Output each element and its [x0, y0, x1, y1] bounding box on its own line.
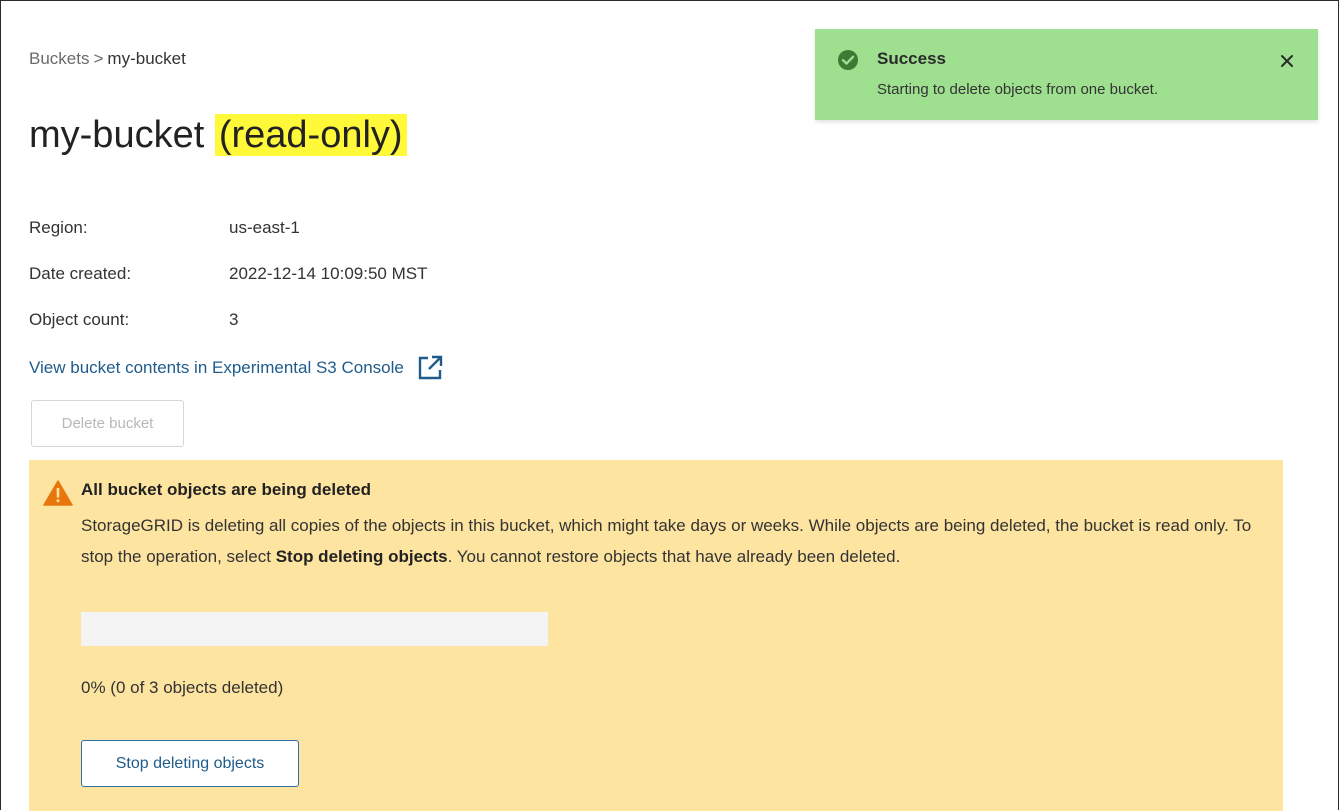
- detail-label: Object count:: [29, 310, 130, 329]
- warning-message-bold: Stop deleting objects: [275, 547, 448, 566]
- stop-deleting-objects-button[interactable]: Stop deleting objects: [81, 740, 299, 787]
- s3-console-link[interactable]: View bucket contents in Experimental S3 …: [29, 354, 444, 382]
- warning-message-part-2: . You cannot restore objects that have a…: [447, 547, 901, 566]
- delete-bucket-button[interactable]: Delete bucket: [31, 400, 184, 447]
- breadcrumb-buckets-link[interactable]: Buckets: [29, 49, 89, 68]
- detail-row-object-count: Object count: 3: [29, 297, 427, 343]
- detail-label: Region:: [29, 218, 88, 237]
- page-title: my-bucket (read-only): [29, 109, 407, 161]
- detail-row-region: Region: us-east-1: [29, 205, 427, 251]
- bucket-details: Region: us-east-1 Date created: 2022-12-…: [29, 205, 427, 343]
- close-icon[interactable]: [1275, 49, 1299, 73]
- warning-triangle-icon: [43, 480, 73, 506]
- warning-message: StorageGRID is deleting all copies of th…: [81, 510, 1271, 572]
- deletion-progress-bar: [81, 612, 548, 646]
- check-circle-icon: [838, 50, 858, 70]
- breadcrumb-separator: >: [93, 49, 104, 68]
- breadcrumb: Buckets > my-bucket: [29, 49, 186, 69]
- detail-value: 3: [229, 310, 239, 329]
- read-only-badge: (read-only): [214, 114, 407, 156]
- toast-message: Starting to delete objects from one buck…: [877, 81, 1158, 98]
- detail-label: Date created:: [29, 264, 132, 283]
- success-toast: Success Starting to delete objects from …: [815, 29, 1318, 120]
- toast-title: Success: [877, 49, 946, 68]
- detail-value: 2022-12-14 10:09:50 MST: [229, 264, 428, 283]
- deletion-warning-panel: All bucket objects are being deleted Sto…: [29, 460, 1283, 811]
- bucket-name: my-bucket: [29, 114, 205, 156]
- warning-title: All bucket objects are being deleted: [81, 480, 372, 499]
- page-frame: Buckets > my-bucket my-bucket (read-only) …: [0, 0, 1339, 811]
- detail-value: us-east-1: [229, 218, 300, 237]
- s3-console-link-label: View bucket contents in Experimental S3 …: [29, 358, 404, 377]
- external-link-icon: [418, 355, 443, 380]
- detail-row-date-created: Date created: 2022-12-14 10:09:50 MST: [29, 251, 427, 297]
- deletion-progress-text: 0% (0 of 3 objects deleted): [81, 678, 284, 697]
- breadcrumb-current: my-bucket: [107, 49, 186, 68]
